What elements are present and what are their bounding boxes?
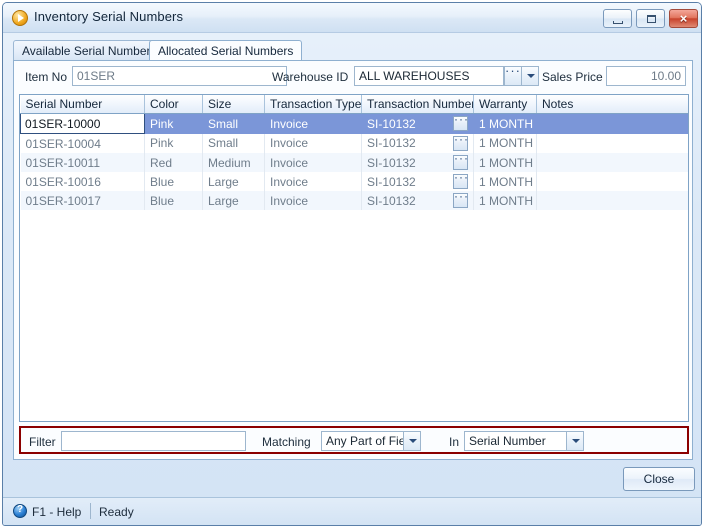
status-ready-text: Ready bbox=[99, 505, 134, 519]
filter-bar: Filter Matching Any Part of Field In Ser… bbox=[19, 426, 689, 454]
cell-transaction-type[interactable]: Invoice bbox=[264, 113, 362, 134]
cell-color[interactable]: Blue bbox=[144, 172, 203, 191]
warehouse-id-input[interactable]: ALL WAREHOUSES bbox=[354, 66, 504, 86]
close-button[interactable]: Close bbox=[623, 467, 695, 491]
cell-warranty[interactable]: 1 MONTH bbox=[473, 133, 537, 153]
inventory-serial-numbers-window: Inventory Serial Numbers × Available Ser… bbox=[2, 2, 702, 526]
table-header-row: Serial Number Color Size Transaction Typ… bbox=[20, 95, 688, 114]
cell-notes[interactable] bbox=[536, 113, 688, 134]
transaction-lookup-button[interactable] bbox=[453, 134, 468, 151]
cell-notes[interactable] bbox=[536, 153, 688, 172]
cell-color[interactable]: Blue bbox=[144, 191, 203, 210]
transaction-lookup-button[interactable] bbox=[453, 191, 468, 208]
cell-transaction-type[interactable]: Invoice bbox=[264, 153, 362, 172]
cell-transaction-type[interactable]: Invoice bbox=[264, 133, 362, 153]
warehouse-dropdown-button[interactable] bbox=[521, 66, 539, 86]
item-no-input[interactable]: 01SER bbox=[72, 66, 287, 86]
play-circle-icon bbox=[12, 10, 28, 26]
cell-warranty[interactable]: 1 MONTH bbox=[473, 113, 537, 134]
window-close-button[interactable]: × bbox=[669, 9, 698, 28]
serial-numbers-grid[interactable]: Serial Number Color Size Transaction Typ… bbox=[19, 94, 689, 422]
transaction-lookup-button[interactable] bbox=[453, 172, 468, 189]
cell-color[interactable]: Red bbox=[144, 153, 203, 172]
content-panel: Item No 01SER Warehouse ID ALL WAREHOUSE… bbox=[13, 60, 693, 460]
cell-serial-number[interactable]: 01SER-10004 bbox=[20, 133, 145, 153]
filter-label: Filter bbox=[29, 435, 56, 449]
cell-transaction-number[interactable]: SI-10132 bbox=[361, 172, 474, 191]
close-icon: × bbox=[679, 11, 688, 26]
status-help-text[interactable]: F1 - Help bbox=[32, 505, 81, 519]
column-header-warranty[interactable]: Warranty bbox=[473, 95, 537, 114]
window-title: Inventory Serial Numbers bbox=[34, 9, 184, 24]
transaction-lookup-button[interactable] bbox=[453, 114, 468, 131]
in-label: In bbox=[449, 435, 460, 449]
cell-serial-number[interactable]: 01SER-10017 bbox=[20, 191, 145, 210]
cell-warranty[interactable]: 1 MONTH bbox=[473, 191, 537, 210]
cell-transaction-type[interactable]: Invoice bbox=[264, 191, 362, 210]
cell-size[interactable]: Medium bbox=[202, 153, 265, 172]
column-header-size[interactable]: Size bbox=[202, 95, 265, 114]
status-divider bbox=[90, 503, 91, 519]
filter-input[interactable] bbox=[61, 431, 246, 451]
tab-allocated-serial-numbers[interactable]: Allocated Serial Numbers bbox=[149, 40, 303, 62]
sales-price-label: Sales Price bbox=[542, 70, 603, 84]
cell-transaction-type[interactable]: Invoice bbox=[264, 172, 362, 191]
table-row[interactable]: 01SER-10017BlueLargeInvoiceSI-101321 MON… bbox=[20, 191, 688, 210]
cell-transaction-number[interactable]: SI-10132 bbox=[361, 113, 474, 134]
table-row[interactable]: 01SER-10000PinkSmallInvoiceSI-101321 MON… bbox=[20, 113, 688, 134]
field-row: Item No 01SER Warehouse ID ALL WAREHOUSE… bbox=[14, 61, 692, 93]
cell-transaction-number[interactable]: SI-10132 bbox=[361, 191, 474, 210]
matching-label: Matching bbox=[262, 435, 311, 449]
table-row[interactable]: 01SER-10016BlueLargeInvoiceSI-101321 MON… bbox=[20, 172, 688, 191]
matching-chevron-down-icon[interactable] bbox=[403, 431, 421, 451]
sales-price-input[interactable]: 10.00 bbox=[606, 66, 686, 86]
column-header-transaction-number[interactable]: Transaction Number bbox=[361, 95, 474, 114]
column-header-transaction-type[interactable]: Transaction Type bbox=[264, 95, 362, 114]
table-body: 01SER-10000PinkSmallInvoiceSI-101321 MON… bbox=[20, 113, 688, 210]
item-no-label: Item No bbox=[25, 70, 68, 84]
cell-size[interactable]: Small bbox=[202, 113, 265, 134]
cell-size[interactable]: Large bbox=[202, 172, 265, 191]
table-row[interactable]: 01SER-10004PinkSmallInvoiceSI-101321 MON… bbox=[20, 133, 688, 153]
cell-notes[interactable] bbox=[536, 191, 688, 210]
transaction-lookup-button[interactable] bbox=[453, 153, 468, 170]
cell-warranty[interactable]: 1 MONTH bbox=[473, 172, 537, 191]
minimize-icon bbox=[613, 21, 623, 24]
cell-notes[interactable] bbox=[536, 172, 688, 191]
column-header-notes[interactable]: Notes bbox=[536, 95, 688, 114]
cell-serial-number[interactable]: 01SER-10016 bbox=[20, 172, 145, 191]
cell-serial-number[interactable]: 01SER-10011 bbox=[20, 153, 145, 172]
warehouse-id-label: Warehouse ID bbox=[272, 70, 349, 84]
in-field-chevron-down-icon[interactable] bbox=[566, 431, 584, 451]
maximize-icon bbox=[647, 15, 656, 23]
cell-size[interactable]: Large bbox=[202, 191, 265, 210]
cell-transaction-number[interactable]: SI-10132 bbox=[361, 133, 474, 153]
title-bar: Inventory Serial Numbers × bbox=[3, 3, 701, 33]
cell-serial-number[interactable]: 01SER-10000 bbox=[20, 113, 145, 134]
cell-size[interactable]: Small bbox=[202, 133, 265, 153]
cell-notes[interactable] bbox=[536, 133, 688, 153]
warehouse-ellipsis-button[interactable] bbox=[504, 63, 522, 86]
cell-transaction-number[interactable]: SI-10132 bbox=[361, 153, 474, 172]
cell-warranty[interactable]: 1 MONTH bbox=[473, 153, 537, 172]
table-row[interactable]: 01SER-10011RedMediumInvoiceSI-101321 MON… bbox=[20, 153, 688, 172]
maximize-button[interactable] bbox=[636, 9, 665, 28]
serial-numbers-table: Serial Number Color Size Transaction Typ… bbox=[20, 95, 688, 210]
help-icon[interactable] bbox=[13, 503, 27, 518]
cell-color[interactable]: Pink bbox=[144, 113, 203, 134]
column-header-color[interactable]: Color bbox=[144, 95, 203, 114]
status-bar: F1 - Help Ready bbox=[3, 497, 701, 525]
minimize-button[interactable] bbox=[603, 9, 632, 28]
column-header-serial-number[interactable]: Serial Number bbox=[20, 95, 145, 114]
tab-available-serial-numbers[interactable]: Available Serial Numbers bbox=[13, 40, 166, 61]
cell-color[interactable]: Pink bbox=[144, 133, 203, 153]
